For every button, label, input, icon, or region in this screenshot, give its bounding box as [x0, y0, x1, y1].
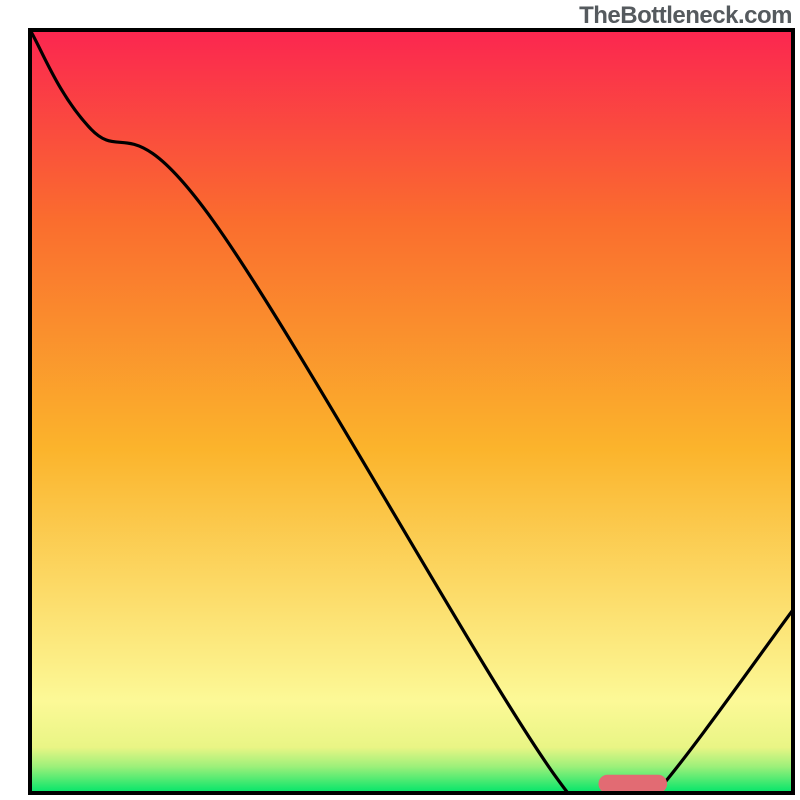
plot-background — [30, 30, 793, 793]
optimum-marker — [598, 775, 667, 793]
bottleneck-chart: TheBottleneck.com — [0, 0, 800, 800]
chart-svg — [0, 0, 800, 800]
watermark-text: TheBottleneck.com — [579, 2, 792, 30]
